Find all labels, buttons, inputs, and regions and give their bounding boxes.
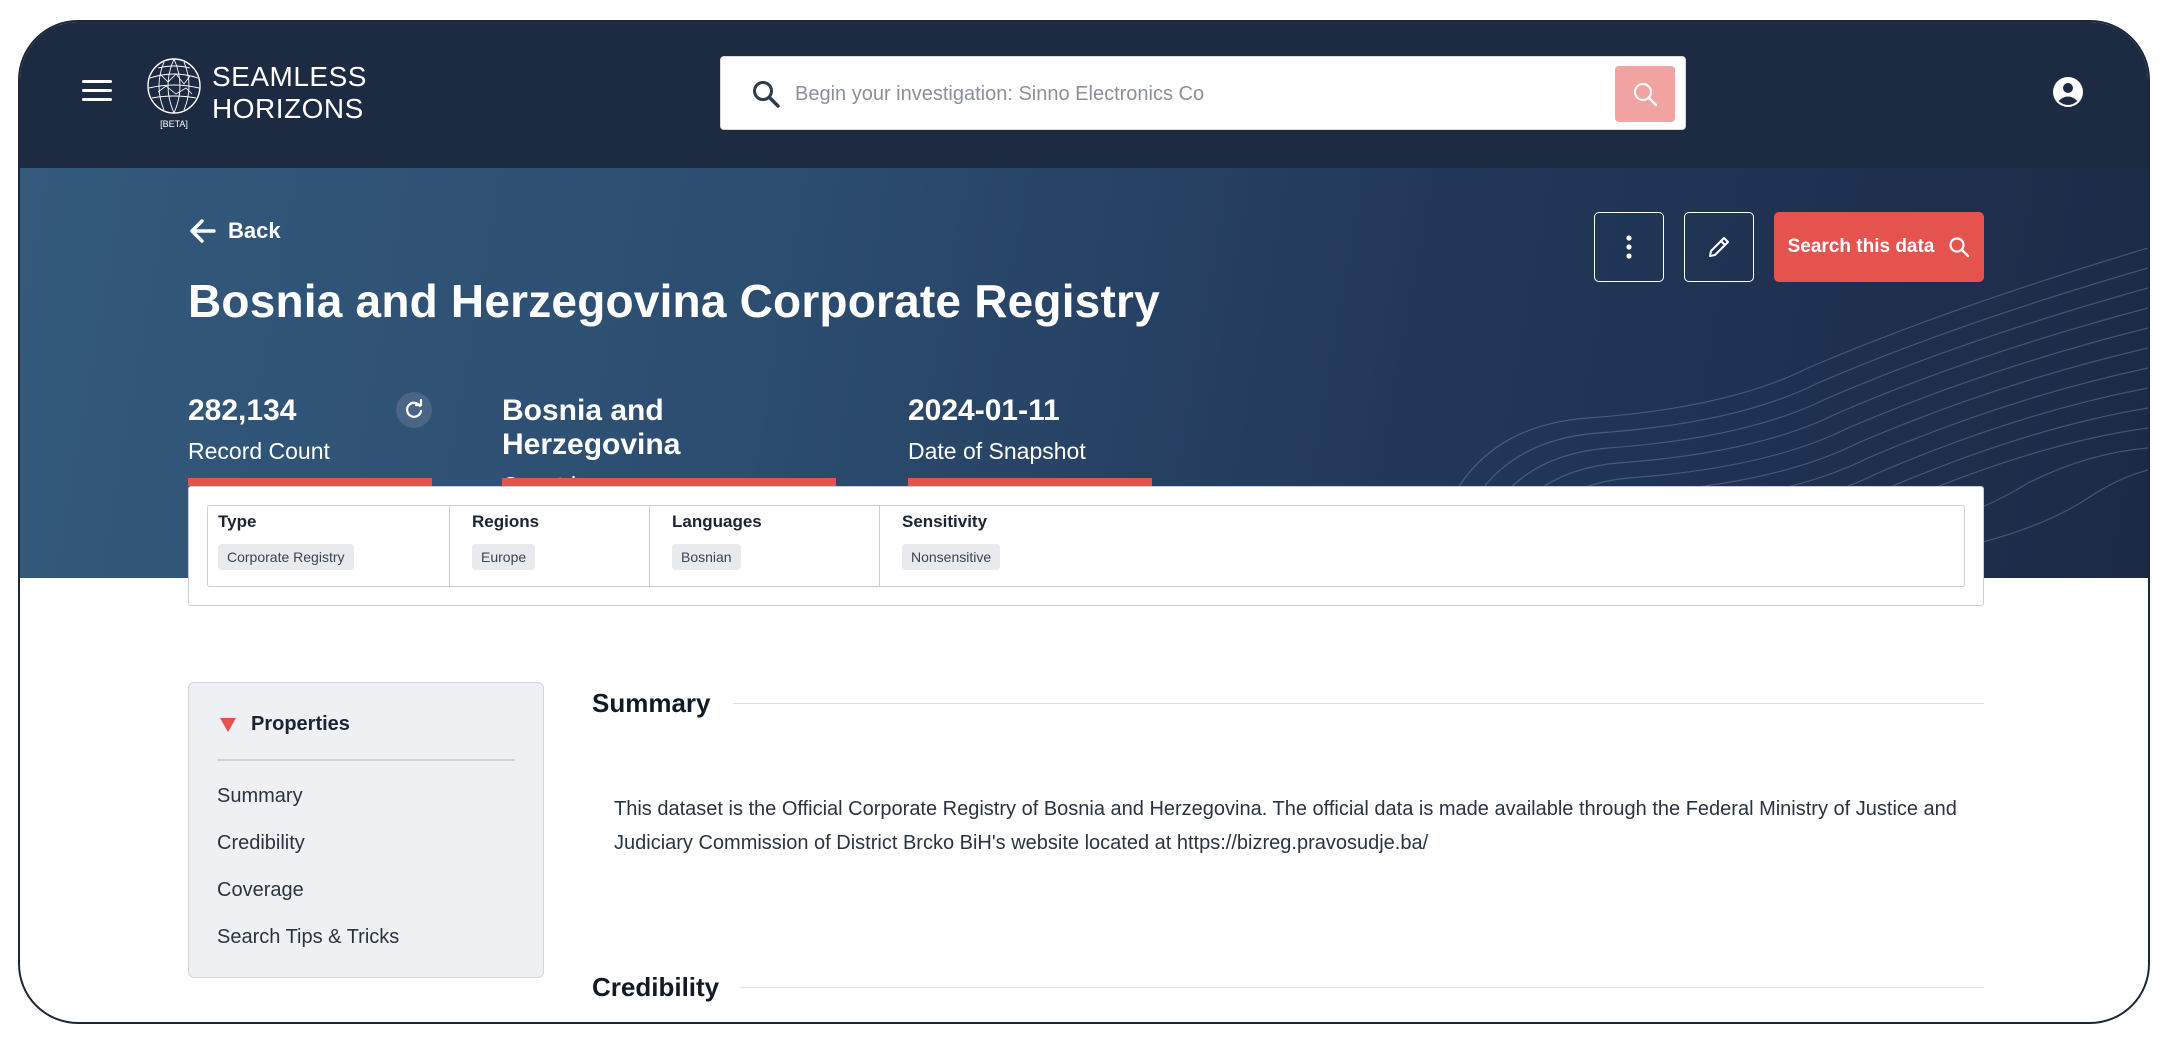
stat-underline	[502, 478, 836, 486]
triangle-down-icon	[220, 717, 236, 732]
meta-type: Type Corporate Registry	[208, 506, 450, 586]
stat-snapshot-date: 2024-01-11 Date of Snapshot	[908, 394, 1152, 486]
stat-underline	[188, 478, 432, 486]
back-label: Back	[228, 218, 281, 243]
summary-text: This dataset is the Official Corporate R…	[614, 798, 1957, 854]
snapshot-date-value: 2024-01-11	[908, 394, 1060, 427]
summary-heading: Summary	[592, 688, 711, 718]
meta-languages-header: Languages	[672, 512, 762, 531]
back-button[interactable]: Back	[190, 218, 281, 244]
search-icon	[1949, 237, 1970, 258]
meta-regions-header: Regions	[472, 512, 540, 531]
search-icon	[753, 81, 780, 108]
search-this-data-button[interactable]: Search this data	[1774, 212, 1984, 282]
sidebar-item-search-tips[interactable]: Search Tips & Tricks	[217, 926, 399, 949]
search-input[interactable]	[795, 75, 1595, 113]
more-vertical-icon	[1626, 235, 1632, 259]
arrow-left-icon	[190, 219, 216, 243]
account-circle-icon[interactable]	[2052, 76, 2084, 108]
stat-record-count: 282,134 Record Count	[188, 392, 432, 486]
summary-section-header: Summary	[592, 688, 1984, 719]
sidebar-item-credibility[interactable]: Credibility	[217, 832, 399, 855]
section-rule	[741, 986, 1984, 989]
metadata-row: Type Corporate Registry Regions Europe L…	[207, 505, 1965, 587]
meta-type-tag: Corporate Registry	[218, 544, 354, 570]
brand-name-line1: SEAMLESS	[212, 61, 367, 92]
meta-regions: Regions Europe	[462, 506, 650, 586]
countries-value: Bosnia and Herzegovina	[502, 394, 681, 461]
sidebar-item-summary[interactable]: Summary	[217, 785, 399, 808]
properties-header: Properties	[251, 713, 350, 735]
sidebar-divider	[217, 759, 515, 761]
meta-regions-tag: Europe	[472, 544, 536, 570]
stat-countries: Bosnia and Herzegovina Countries	[502, 394, 836, 499]
app-window: [BETA] SEAMLESS HORIZONS Begin your inve…	[18, 20, 2150, 1024]
stat-underline	[908, 478, 1152, 486]
svg-text:[BETA]: [BETA]	[160, 119, 188, 129]
sidebar-item-coverage[interactable]: Coverage	[217, 879, 399, 902]
meta-languages: Languages Bosnian	[662, 506, 880, 586]
properties-sidebar: Properties Summary Credibility Coverage …	[188, 682, 544, 978]
refresh-glyph-icon	[406, 399, 423, 418]
hamburger-menu-icon[interactable]	[82, 80, 112, 104]
refresh-icon[interactable]	[396, 392, 432, 428]
edit-button[interactable]	[1684, 212, 1754, 282]
credibility-section-header: Credibility	[592, 972, 1984, 1003]
page-title: Bosnia and Herzegovina Corporate Registr…	[188, 275, 1160, 327]
section-rule	[732, 702, 1984, 705]
snapshot-date-label: Date of Snapshot	[908, 438, 1086, 464]
meta-languages-tag: Bosnian	[672, 544, 741, 570]
pencil-icon	[1709, 237, 1729, 257]
properties-nav: Summary Credibility Coverage Search Tips…	[217, 785, 399, 973]
search-icon	[1633, 82, 1658, 107]
meta-sensitivity-tag: Nonsensitive	[902, 544, 1001, 570]
brand-name-line2: HORIZONS	[212, 93, 364, 124]
meta-sensitivity: Sensitivity Nonsensitive	[892, 506, 1092, 586]
properties-toggle[interactable]: Properties	[219, 713, 350, 736]
brand-logo[interactable]: [BETA] SEAMLESS HORIZONS	[146, 56, 367, 130]
credibility-heading: Credibility	[592, 972, 720, 1002]
global-search-bar	[720, 56, 1686, 130]
meta-type-header: Type	[218, 512, 257, 531]
search-this-data-label: Search this data	[1787, 236, 1935, 257]
more-options-button[interactable]	[1594, 212, 1664, 282]
top-navigation-bar: [BETA] SEAMLESS HORIZONS	[20, 22, 2148, 168]
brain-globe-logo-icon: [BETA]	[147, 58, 201, 129]
metadata-card: Type Corporate Registry Regions Europe L…	[188, 486, 1984, 606]
meta-sensitivity-header: Sensitivity	[902, 512, 988, 531]
record-count-label: Record Count	[188, 438, 330, 464]
search-submit-button[interactable]	[1615, 66, 1675, 122]
